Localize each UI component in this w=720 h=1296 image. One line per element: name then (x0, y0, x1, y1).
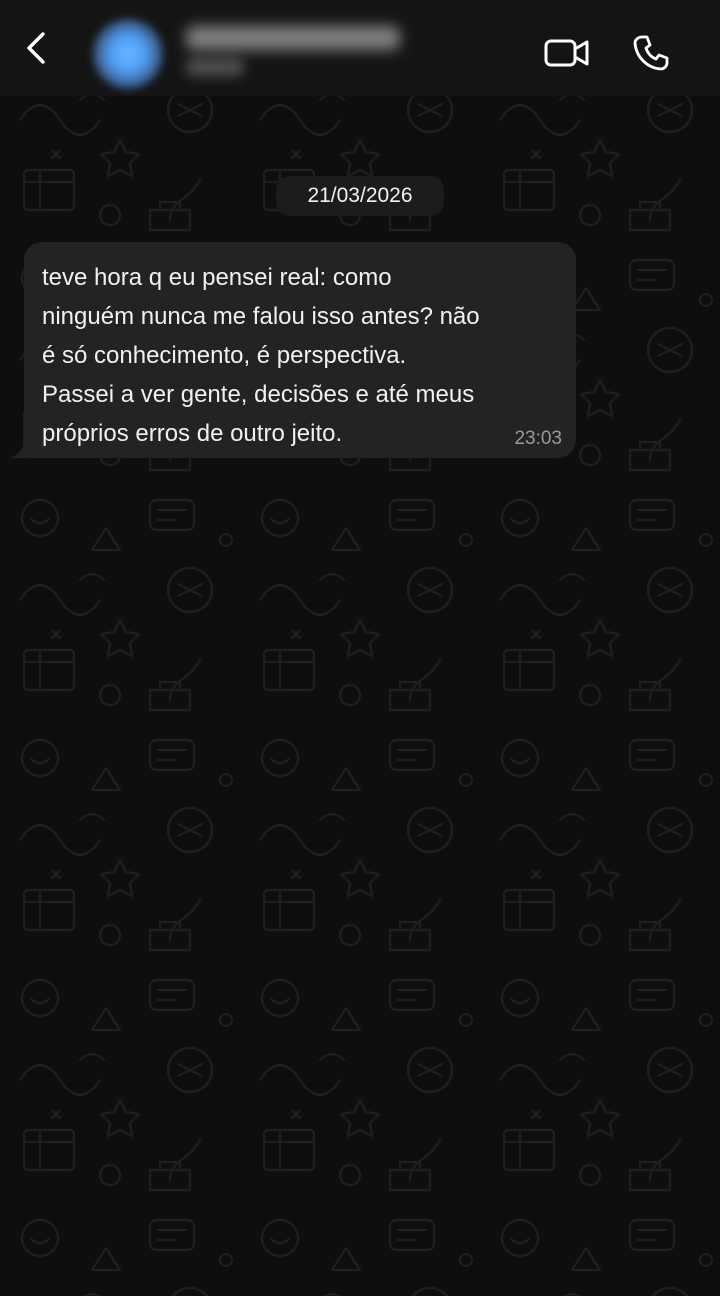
voice-call-button[interactable] (626, 28, 676, 78)
chat-screen: •••••••••••• ••••• 21/03/2026 teve hora … (0, 0, 720, 1296)
message-bubble-incoming[interactable]: teve hora q eu pensei real: como ninguém… (24, 242, 576, 458)
chat-header: •••••••••••• ••••• (0, 0, 720, 96)
message-text: teve hora q eu pensei real: como ninguém… (42, 264, 480, 447)
contact-name[interactable]: •••••••••••• (186, 26, 400, 50)
message-timestamp: 23:03 (514, 428, 562, 449)
video-call-button[interactable] (540, 30, 594, 76)
video-camera-icon (544, 39, 589, 67)
contact-avatar[interactable] (92, 18, 164, 90)
contact-status: ••••• (186, 58, 244, 76)
chevron-left-icon (27, 32, 45, 64)
phone-icon (633, 35, 669, 71)
back-button[interactable] (14, 26, 58, 70)
date-separator: 21/03/2026 (276, 176, 444, 216)
